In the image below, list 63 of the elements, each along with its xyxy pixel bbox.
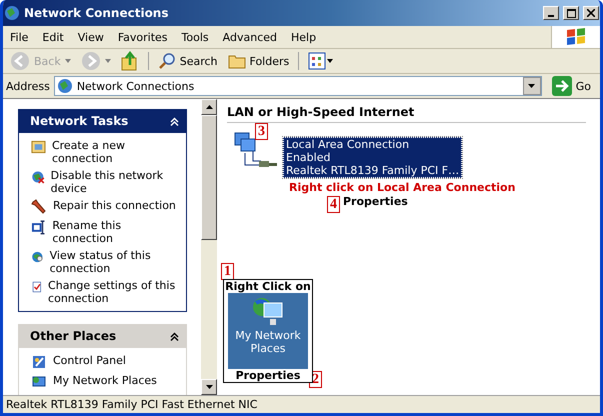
task-link[interactable]: Rename this connection [31,219,180,245]
globe-status-icon [31,249,44,265]
scroll-up-button[interactable] [201,99,217,115]
folder-icon [228,53,246,69]
maximize-button[interactable] [563,6,579,20]
control-panel-icon [31,354,47,370]
task-link[interactable]: Repair this connection [31,199,180,215]
globe-icon [4,5,20,21]
task-link[interactable]: View status of this connection [31,249,180,275]
window-title: Network Connections [24,6,170,20]
folders-button[interactable]: Folders [224,51,292,71]
up-triangle-icon [206,105,212,109]
panel-header[interactable]: Other Places [18,324,187,348]
rename-icon [31,219,46,235]
caret-icon [104,59,111,63]
globe-icon [56,78,73,94]
go-button[interactable]: Go [546,76,597,96]
close-button[interactable] [583,6,599,20]
panel-header[interactable]: Network Tasks [18,109,187,133]
scroll-down-button[interactable] [201,379,217,395]
network-cross-icon [31,169,45,185]
task-link[interactable]: Create a new connection [31,139,180,165]
caret-icon [64,59,71,63]
connection-item[interactable]: Local Area Connection Enabled Realtek RTL8139 Family PCI F… [283,137,462,178]
task-link[interactable]: My Network Places [31,374,180,390]
close-icon [587,9,595,17]
menu-item[interactable]: File [3,30,36,44]
checked-document-icon [31,279,42,295]
caret-icon [528,84,536,88]
wrench-icon [31,199,47,215]
properties-label: Properties [343,195,408,208]
status-bar: Realtek RTL8139 Family PCI Fast Ethernet NIC [3,395,600,413]
down-triangle-icon [206,385,212,389]
search-icon [158,52,176,70]
desktop-icon-tile: My Network Places [228,293,308,369]
maximize-icon [566,8,576,18]
step-number: 1 [221,263,234,280]
task-link[interactable]: Change settings of this connection [31,279,180,305]
menu-item[interactable]: Help [284,30,324,44]
network-computer-icon [252,297,284,327]
callout-text: Right Click on [225,280,311,293]
menu-item[interactable]: Edit [35,30,71,44]
address-label: Address [6,80,50,92]
instruction-note: Right click on Local Area Connection [289,181,516,194]
task-link[interactable]: Disable this network device [31,169,180,195]
scrollbar-thumb[interactable] [201,115,217,240]
dropdown-button[interactable] [522,77,541,95]
collapse-chevron-icon[interactable] [170,332,179,340]
minimize-button[interactable] [543,6,559,20]
views-grid-icon [308,52,334,70]
menu-item[interactable]: Advanced [216,30,284,44]
step-number: 4 [327,196,340,213]
menu-item[interactable]: Favorites [110,30,175,44]
new-connection-icon [31,139,46,155]
address-field[interactable]: Network Connections [54,76,542,96]
callout-text: Properties [236,369,300,382]
menu-item[interactable]: Tools [174,30,216,44]
step-number: 3 [255,123,268,140]
search-button[interactable]: Search [154,50,221,72]
group-heading: LAN or High-Speed Internet [227,103,586,123]
task-link[interactable]: Control Panel [31,354,180,370]
folder-up-icon [120,51,139,71]
menu-item[interactable]: View [70,30,111,44]
